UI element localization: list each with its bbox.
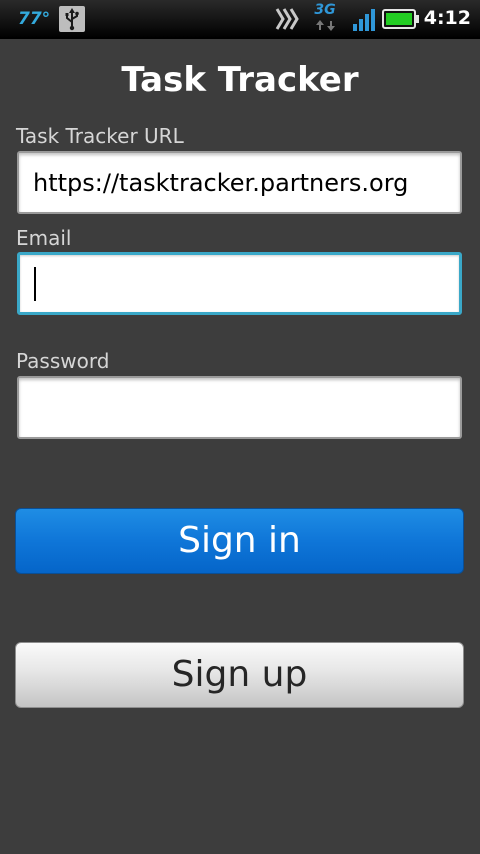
sign-in-button[interactable]: Sign in [15,508,464,574]
signal-icon [352,8,376,32]
page-title: Task Tracker [121,60,359,100]
password-field[interactable] [17,376,462,439]
network-3g-icon: 3G [311,3,341,33]
url-label: Task Tracker URL [16,124,184,148]
url-input[interactable]: https://tasktracker.partners.org [17,151,462,214]
email-field[interactable] [17,252,462,315]
battery-icon [382,9,420,29]
sign-up-button[interactable]: Sign up [15,642,464,708]
network-type-label: 3G [314,2,336,18]
text-cursor [34,266,36,301]
password-label: Password [16,349,110,373]
sync-icon [274,6,300,32]
clock: 4:12 [423,7,471,29]
usb-icon [59,6,85,32]
status-bar: 77° 3G 4:12 [0,0,480,39]
email-label: Email [16,226,72,250]
temperature-indicator: 77° [18,9,51,29]
url-input-value: https://tasktracker.partners.org [33,168,409,197]
